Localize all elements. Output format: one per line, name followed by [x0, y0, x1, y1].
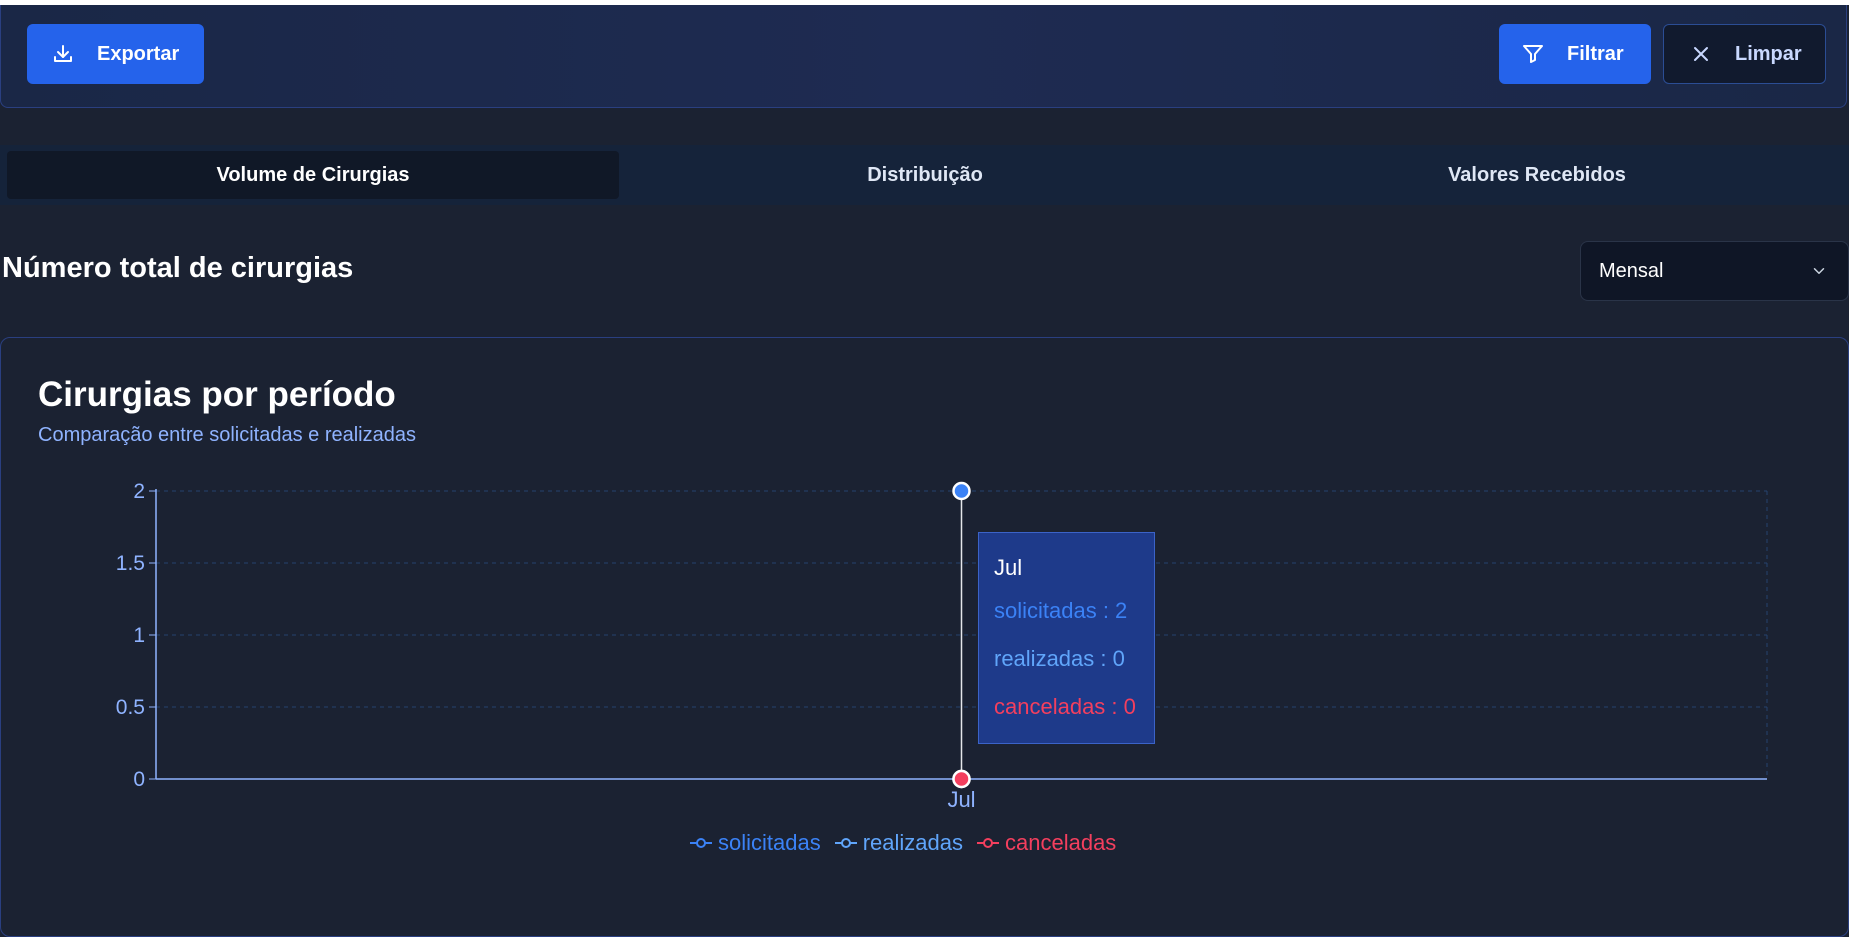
legend-item-solicitadas[interactable]: solicitadas: [690, 830, 821, 856]
chart-axes: 0 0.5 1 1.5 2 Jul: [116, 480, 1767, 812]
legend-label: canceladas: [1005, 830, 1117, 855]
line-chart: 0 0.5 1 1.5 2 Jul: [116, 480, 1768, 812]
legend-item-realizadas[interactable]: realizadas: [834, 830, 963, 856]
data-point-solicitadas: [952, 481, 971, 501]
legend-label: solicitadas: [718, 830, 821, 855]
legend-line-marker-icon: [977, 838, 999, 848]
x-tick-label: Jul: [947, 787, 975, 812]
legend-line-marker-icon: [834, 838, 857, 848]
y-tick-label: 1: [133, 624, 145, 647]
legend-line-marker-icon: [690, 838, 712, 848]
chart-legend: solicitadas realizadas canceladas: [690, 830, 1116, 856]
tooltip-title: Jul: [994, 555, 1023, 580]
y-tick-label: 2: [133, 480, 145, 503]
y-tick-label: 0: [133, 768, 145, 791]
chart-tooltip: Jul solicitadas : 2 realizadas : 0 cance…: [978, 532, 1155, 744]
data-point-canceladas: [952, 769, 971, 789]
tooltip-row-canceladas: canceladas : 0: [994, 694, 1136, 719]
y-tick-label: 1.5: [116, 552, 145, 575]
legend-item-canceladas[interactable]: canceladas: [977, 830, 1116, 856]
legend-label: realizadas: [862, 830, 963, 855]
tooltip-row-realizadas: realizadas : 0: [994, 646, 1125, 671]
tooltip-row-solicitadas: solicitadas : 2: [994, 598, 1128, 623]
y-tick-label: 0.5: [116, 696, 145, 719]
